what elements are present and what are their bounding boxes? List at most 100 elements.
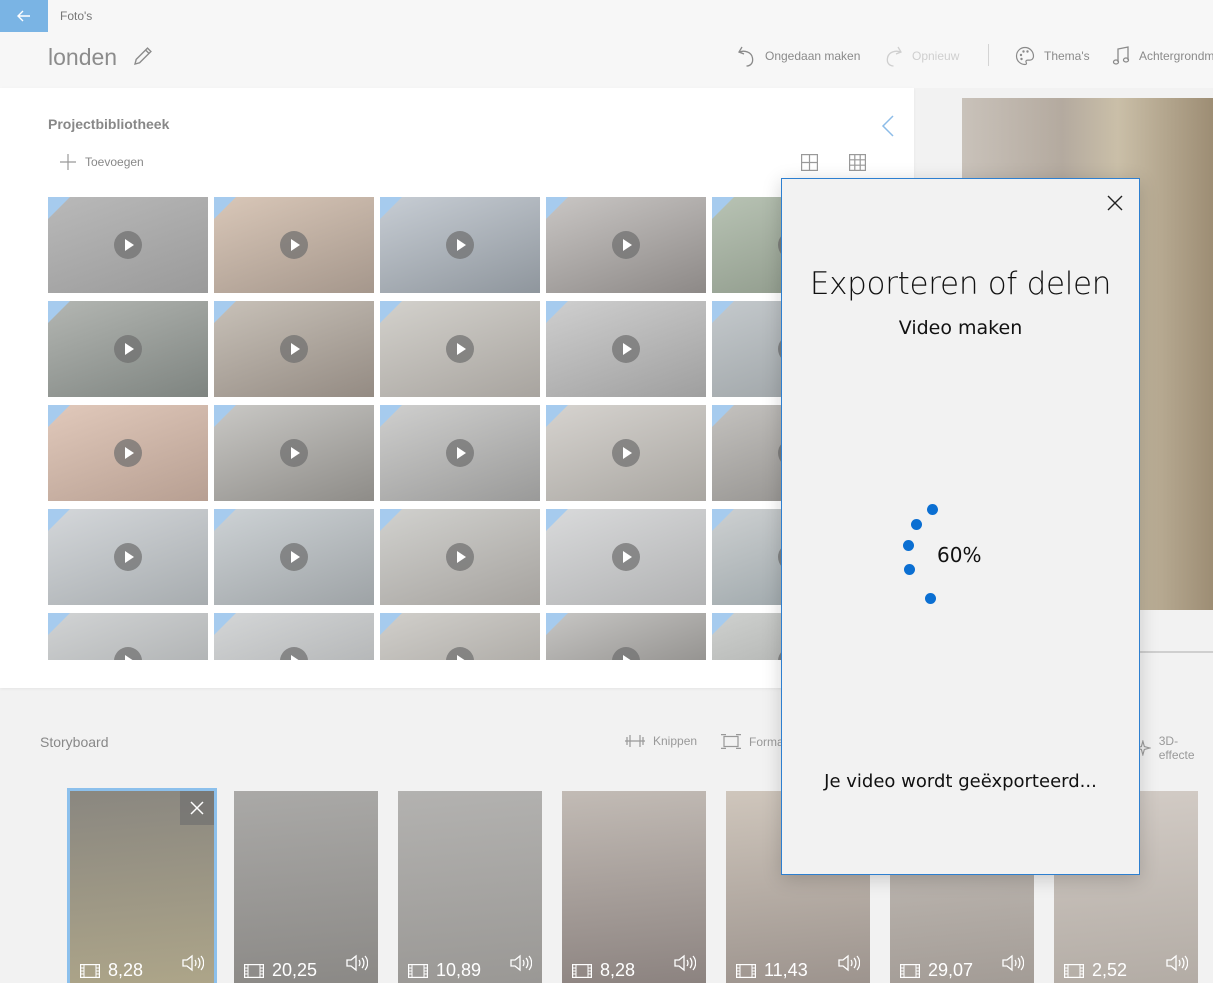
play-icon xyxy=(612,647,640,660)
remove-clip-button[interactable] xyxy=(180,791,214,825)
pencil-icon xyxy=(134,47,152,65)
media-thumbnail[interactable] xyxy=(214,613,374,660)
large-grid-icon xyxy=(801,154,819,172)
resize-icon xyxy=(721,734,741,749)
header: londen Ongedaan maken Opnieuw Thema's Ac… xyxy=(0,32,1213,88)
media-thumbnail[interactable] xyxy=(214,197,374,293)
storyboard-clip[interactable]: 8,28 xyxy=(562,791,706,983)
themes-button[interactable]: Thema's xyxy=(1015,44,1090,68)
3d-effects-button[interactable]: 3D-effecte xyxy=(1135,734,1213,762)
video-corner-marker xyxy=(48,197,70,219)
video-corner-marker xyxy=(712,405,734,427)
media-thumbnail[interactable] xyxy=(48,405,208,501)
media-thumbnail[interactable] xyxy=(546,197,706,293)
volume-icon xyxy=(510,954,533,972)
clip-volume-button[interactable] xyxy=(510,954,533,977)
clip-duration: 20,25 xyxy=(244,960,317,981)
video-corner-marker xyxy=(48,613,70,635)
trim-button[interactable]: Knippen xyxy=(625,734,697,748)
export-dialog: Exporteren of delen Video maken 60% Je v… xyxy=(781,178,1140,875)
redo-button[interactable]: Opnieuw xyxy=(884,44,959,68)
film-icon xyxy=(244,963,264,978)
storyboard-clip[interactable]: 20,25 xyxy=(234,791,378,983)
clip-volume-button[interactable] xyxy=(182,954,205,977)
media-thumbnail[interactable] xyxy=(380,405,540,501)
play-icon xyxy=(612,543,640,571)
dialog-close-button[interactable] xyxy=(1105,193,1125,213)
media-thumbnail[interactable] xyxy=(380,613,540,660)
export-status-text: Je video wordt geëxporteerd... xyxy=(824,771,1097,792)
video-corner-marker xyxy=(380,301,402,323)
volume-icon xyxy=(838,954,861,972)
video-corner-marker xyxy=(712,301,734,323)
undo-button[interactable]: Ongedaan maken xyxy=(737,44,860,68)
palette-icon xyxy=(1015,46,1035,66)
clip-volume-button[interactable] xyxy=(838,954,861,977)
back-button[interactable] xyxy=(0,0,48,32)
close-icon xyxy=(190,801,204,815)
small-grid-view-button[interactable] xyxy=(849,154,867,176)
film-icon xyxy=(572,963,592,978)
media-thumbnail[interactable] xyxy=(214,509,374,605)
media-thumbnail[interactable] xyxy=(48,197,208,293)
media-thumbnail[interactable] xyxy=(48,613,208,660)
clip-duration: 2,52 xyxy=(1064,960,1127,981)
clip-duration: 8,28 xyxy=(80,960,143,981)
film-icon xyxy=(80,963,100,978)
background-music-button[interactable]: Achtergrondm xyxy=(1112,44,1213,68)
small-grid-icon xyxy=(849,154,867,172)
clip-volume-button[interactable] xyxy=(346,954,369,977)
add-media-button[interactable]: Toevoegen xyxy=(60,154,144,170)
play-icon xyxy=(612,439,640,467)
video-corner-marker xyxy=(546,301,568,323)
plus-icon xyxy=(60,154,76,170)
storyboard-clip[interactable]: 10,89 xyxy=(398,791,542,983)
rename-button[interactable] xyxy=(132,45,154,72)
media-thumbnail[interactable] xyxy=(380,301,540,397)
chevron-left-icon xyxy=(881,115,894,137)
media-thumbnail[interactable] xyxy=(214,405,374,501)
video-corner-marker xyxy=(380,613,402,635)
play-icon xyxy=(114,335,142,363)
project-library-title: Projectbibliotheek xyxy=(48,116,170,132)
video-corner-marker xyxy=(214,301,236,323)
toolbar-divider xyxy=(988,44,989,66)
clip-volume-button[interactable] xyxy=(1002,954,1025,977)
dialog-title: Exporteren of delen xyxy=(809,266,1112,302)
clip-duration-label: 20,25 xyxy=(272,960,318,980)
video-corner-marker xyxy=(48,405,70,427)
volume-icon xyxy=(182,954,205,972)
play-icon xyxy=(446,335,474,363)
film-icon xyxy=(736,963,756,978)
media-thumbnail[interactable] xyxy=(48,301,208,397)
media-thumbnail[interactable] xyxy=(380,509,540,605)
media-thumbnail[interactable] xyxy=(214,301,374,397)
play-icon xyxy=(612,231,640,259)
dialog-subtitle: Video maken xyxy=(898,317,1023,339)
play-icon xyxy=(612,335,640,363)
film-icon xyxy=(900,963,920,978)
clip-volume-button[interactable] xyxy=(674,954,697,977)
large-grid-view-button[interactable] xyxy=(801,154,819,176)
storyboard-clip[interactable]: 8,28 xyxy=(67,788,217,983)
play-icon xyxy=(114,543,142,571)
spinner-dot xyxy=(911,519,922,530)
media-thumbnail[interactable] xyxy=(546,301,706,397)
resize-button[interactable]: Forma xyxy=(721,734,784,749)
video-corner-marker xyxy=(48,301,70,323)
video-corner-marker xyxy=(712,197,734,219)
media-thumbnail[interactable] xyxy=(546,613,706,660)
video-corner-marker xyxy=(380,405,402,427)
collapse-library-button[interactable] xyxy=(880,114,896,143)
media-thumbnail[interactable] xyxy=(546,405,706,501)
redo-icon xyxy=(886,46,902,67)
background-music-label: Achtergrondm xyxy=(1139,49,1213,63)
undo-icon xyxy=(738,46,754,67)
project-name[interactable]: londen xyxy=(48,44,117,71)
media-thumbnail[interactable] xyxy=(546,509,706,605)
media-thumbnail[interactable] xyxy=(48,509,208,605)
film-icon xyxy=(408,963,428,978)
media-thumbnail[interactable] xyxy=(380,197,540,293)
progress-spinner xyxy=(900,499,940,609)
clip-volume-button[interactable] xyxy=(1166,954,1189,977)
